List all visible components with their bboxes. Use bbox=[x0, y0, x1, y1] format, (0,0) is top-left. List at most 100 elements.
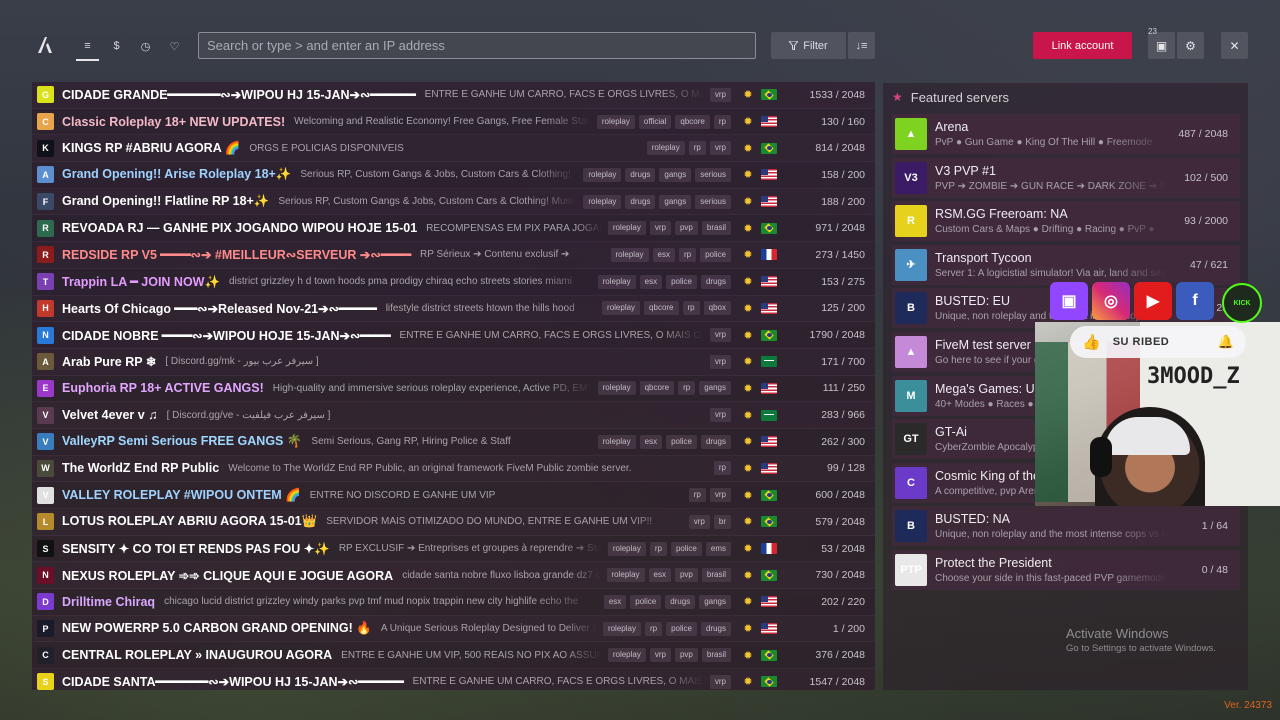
server-tag[interactable]: ems bbox=[705, 541, 731, 556]
tab-premium[interactable]: $ bbox=[105, 32, 128, 60]
server-tag[interactable]: rp bbox=[678, 247, 697, 262]
server-tag[interactable]: roleplay bbox=[602, 621, 641, 636]
server-row[interactable]: T Trappin LA ━ JOIN NOW✨ district grizzl… bbox=[32, 268, 875, 296]
server-tag[interactable]: roleplay bbox=[596, 114, 635, 129]
server-row[interactable]: N NEXUS ROLEPLAY ➾➾ CLIQUE AQUI E JOGUE … bbox=[32, 562, 875, 590]
server-row[interactable]: N CIDADE NOBRE ━━━━∾➔WIPOU HOJE 15-JAN➔∾… bbox=[32, 322, 875, 349]
server-row[interactable]: R REVOADA RJ — GANHE PIX JOGANDO WIPOU H… bbox=[32, 215, 875, 243]
server-tag[interactable]: gangs bbox=[699, 381, 731, 396]
server-tag[interactable]: drugs bbox=[700, 274, 731, 289]
server-tag[interactable]: gangs bbox=[659, 167, 692, 182]
server-tag[interactable]: roleplay bbox=[597, 434, 636, 449]
server-tag[interactable]: pvp bbox=[674, 648, 698, 663]
server-tag[interactable]: roleplay bbox=[597, 381, 636, 396]
server-tag[interactable]: police bbox=[666, 621, 697, 636]
server-row[interactable]: A Arab Pure RP ❄ [ Discord.gg/mk - سيرفر… bbox=[32, 348, 875, 376]
server-tag[interactable]: police bbox=[666, 274, 697, 289]
server-tag[interactable]: serious bbox=[695, 194, 731, 209]
server-tag[interactable]: esx bbox=[639, 274, 663, 289]
server-tag[interactable]: vrp bbox=[649, 648, 671, 663]
server-tag[interactable]: rp bbox=[688, 141, 706, 156]
server-tag[interactable]: qbox bbox=[703, 301, 731, 316]
server-row[interactable]: L LOTUS ROLEPLAY ABRIU AGORA 15-01👑 SERV… bbox=[32, 509, 875, 536]
server-tag[interactable]: esx bbox=[648, 568, 671, 583]
server-row[interactable]: R REDSIDE RP V5 ━━━━∾➔ #MEILLEUR∾SERVEUR… bbox=[32, 242, 875, 269]
server-tag[interactable]: vrp bbox=[709, 328, 731, 343]
server-tag[interactable]: drugs bbox=[700, 434, 731, 449]
server-tag[interactable]: drugs bbox=[625, 194, 656, 209]
server-row[interactable]: K KINGS RP #ABRIU AGORA 🌈 ORGS E POLICIA… bbox=[32, 135, 875, 163]
server-tag[interactable]: pvp bbox=[674, 221, 698, 236]
server-row[interactable]: D Drilltime Chiraq chicago lucid distric… bbox=[32, 589, 875, 616]
server-tag[interactable]: vrp bbox=[649, 221, 671, 236]
server-tag[interactable]: roleplay bbox=[607, 541, 646, 556]
server-tag[interactable]: roleplay bbox=[607, 221, 646, 236]
server-tag[interactable]: roleplay bbox=[602, 301, 641, 316]
server-row[interactable]: P NEW POWERRP 5.0 CARBON GRAND OPENING! … bbox=[32, 615, 875, 643]
server-tag[interactable]: roleplay bbox=[606, 568, 645, 583]
featured-server-card[interactable]: V3 V3 PVP #1 PVP ➔ ZOMBIE ➔ GUN RACE ➔ D… bbox=[892, 157, 1240, 198]
server-row[interactable]: H Hearts Of Chicago ━━━∾➔Released Nov-21… bbox=[32, 295, 875, 323]
server-tag[interactable]: vrp bbox=[709, 674, 731, 689]
server-tag[interactable]: rp bbox=[682, 301, 700, 316]
server-tag[interactable]: gangs bbox=[659, 194, 692, 209]
featured-server-card[interactable]: ✈ Transport Tycoon Server 1: A logicisti… bbox=[892, 244, 1240, 285]
server-tag[interactable]: br bbox=[713, 514, 731, 529]
server-tag[interactable]: pvp bbox=[674, 568, 698, 583]
server-tag[interactable]: police bbox=[666, 434, 697, 449]
server-tag[interactable]: rp bbox=[713, 461, 731, 476]
server-row[interactable]: C Classic Roleplay 18+ NEW UPDATES! Welc… bbox=[32, 108, 875, 136]
server-tag[interactable]: qbcore bbox=[639, 381, 675, 396]
server-tag[interactable]: vrp bbox=[709, 408, 731, 423]
server-tag[interactable]: vrp bbox=[709, 354, 731, 369]
sort-button[interactable]: ↓≡ bbox=[848, 32, 875, 59]
server-tag[interactable]: drugs bbox=[700, 621, 731, 636]
server-row[interactable]: S CIDADE SANTA━━━━━━━∾➔WIPOU HJ 15-JAN➔∾… bbox=[32, 669, 875, 690]
server-tag[interactable]: serious bbox=[695, 167, 731, 182]
server-tag[interactable]: rp bbox=[644, 621, 663, 636]
server-tag[interactable]: roleplay bbox=[646, 141, 685, 156]
server-tag[interactable]: rp bbox=[678, 381, 696, 396]
server-tag[interactable]: qbcore bbox=[644, 301, 679, 316]
server-row[interactable]: E Euphoria RP 18+ ACTIVE GANGS! High-qua… bbox=[32, 375, 875, 403]
settings-button[interactable]: ⚙ bbox=[1177, 32, 1204, 59]
filter-button[interactable]: Filter bbox=[771, 32, 846, 59]
server-tag[interactable]: brasil bbox=[701, 648, 731, 663]
tab-history[interactable]: ◷ bbox=[134, 32, 157, 60]
search-input[interactable] bbox=[198, 32, 756, 59]
server-row[interactable]: G CIDADE GRANDE━━━━━━━∾➔WIPOU HJ 15-JAN➔… bbox=[32, 82, 875, 109]
server-tag[interactable]: vrp bbox=[688, 514, 710, 529]
server-tag[interactable]: gangs bbox=[699, 594, 731, 609]
server-tag[interactable]: esx bbox=[639, 434, 663, 449]
server-tag[interactable]: drugs bbox=[665, 594, 696, 609]
close-button[interactable]: ✕ bbox=[1221, 32, 1248, 59]
server-tag[interactable]: rp bbox=[713, 114, 731, 129]
server-row[interactable]: W The WorldZ End RP Public Welcome to Th… bbox=[32, 455, 875, 483]
server-tag[interactable]: official bbox=[638, 114, 672, 129]
featured-server-card[interactable]: R RSM.GG Freeroam: NA Custom Cars & Maps… bbox=[892, 201, 1240, 242]
server-row[interactable]: V VALLEY ROLEPLAY #WIPOU ONTEM 🌈 ENTRE N… bbox=[32, 482, 875, 509]
server-tag[interactable]: rp bbox=[688, 488, 706, 503]
server-tag[interactable]: police bbox=[700, 247, 731, 262]
tab-favorites[interactable]: ♡ bbox=[163, 32, 186, 60]
tab-servers[interactable]: ≡ bbox=[76, 32, 99, 61]
server-tag[interactable]: vrp bbox=[709, 87, 731, 102]
featured-server-card[interactable]: ▲ Arena PvP ● Gun Game ● King Of The Hil… bbox=[892, 114, 1240, 154]
server-tag[interactable]: qbcore bbox=[675, 114, 710, 129]
featured-server-card[interactable]: B BUSTED: NA Unique, non roleplay and th… bbox=[892, 506, 1240, 547]
server-tag[interactable]: brasil bbox=[701, 568, 731, 583]
server-tag[interactable]: drugs bbox=[625, 167, 656, 182]
server-tag[interactable]: rp bbox=[649, 541, 667, 556]
notifications-button[interactable]: 23 ▣ bbox=[1148, 27, 1175, 59]
server-tag[interactable]: police bbox=[630, 594, 662, 609]
server-tag[interactable]: roleplay bbox=[583, 194, 622, 209]
server-row[interactable]: S SENSITY ✦ CO TOI ET RENDS PAS FOU ✦✨ R… bbox=[32, 535, 875, 563]
link-account-button[interactable]: Link account bbox=[1033, 32, 1132, 59]
server-tag[interactable]: roleplay bbox=[597, 274, 636, 289]
server-tag[interactable]: police bbox=[670, 541, 702, 556]
server-row[interactable]: C CENTRAL ROLEPLAY » INAUGUROU AGORA ENT… bbox=[32, 642, 875, 670]
server-tag[interactable]: vrp bbox=[709, 488, 731, 503]
server-row[interactable]: V Velvet 4ever v ♫ [ Discord.gg/ve - سير… bbox=[32, 402, 875, 429]
server-tag[interactable]: roleplay bbox=[610, 247, 649, 262]
server-row[interactable]: V ValleyRP Semi Serious FREE GANGS 🌴 Sem… bbox=[32, 428, 875, 456]
